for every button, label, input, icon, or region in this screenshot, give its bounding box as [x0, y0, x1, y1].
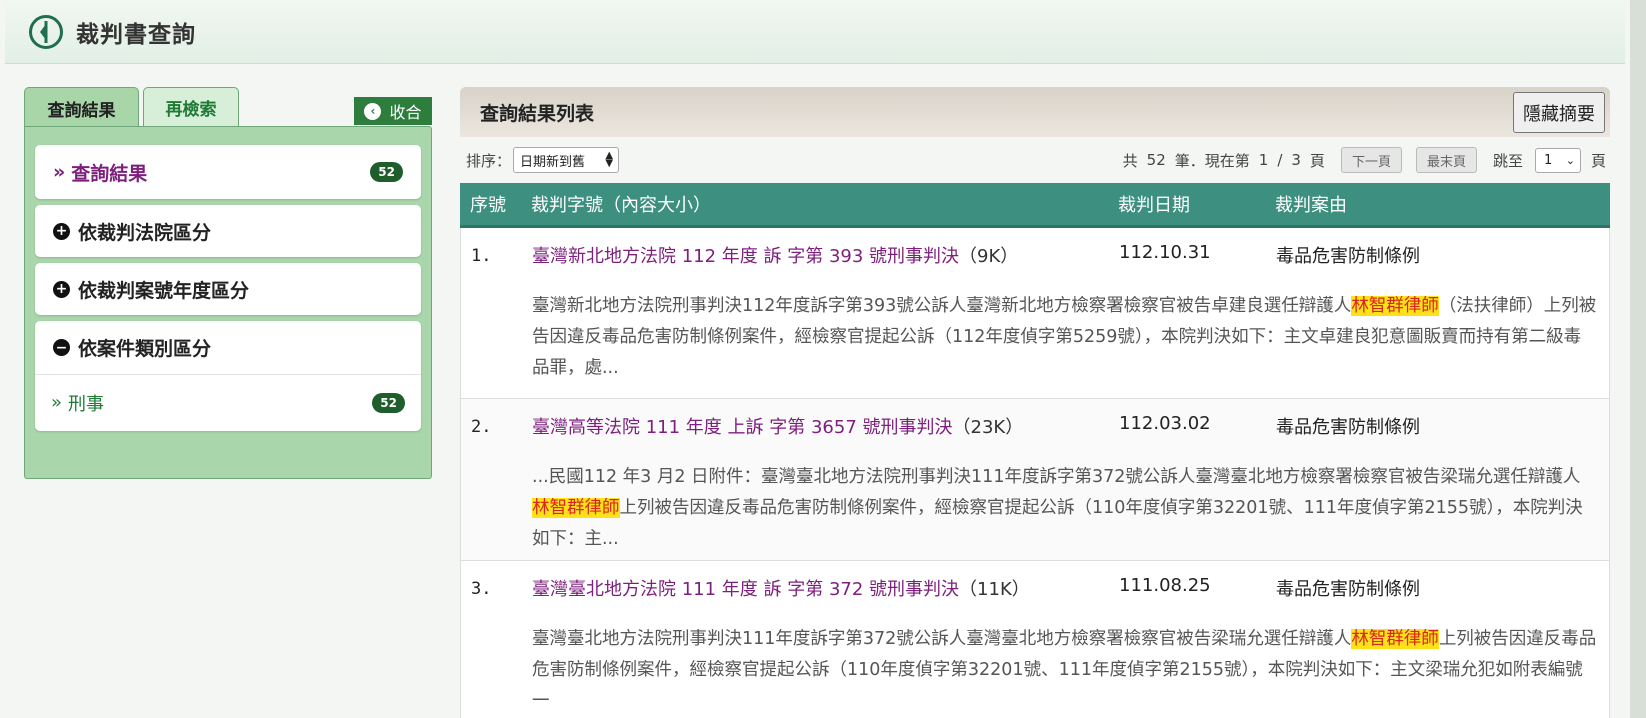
filter-panel: 查詢結果 再檢索 ‹ 收合 » 查詢結果 52 + 依裁判法院區分 + 依裁判案…: [24, 87, 432, 479]
row-number: 2.: [471, 417, 492, 437]
plus-circle-icon: +: [53, 222, 70, 240]
group-case-type: − 依案件類別區分 » 刑事 52: [35, 321, 421, 431]
results-card[interactable]: » 查詢結果 52: [35, 145, 421, 199]
group-case-type-label: 依案件類別區分: [78, 338, 212, 360]
summary-highlight: 林智群律師: [1351, 629, 1439, 649]
judgment-link[interactable]: 臺灣臺北地方法院 111 年度 訴 字第 372 號刑事判決（11K）: [532, 575, 1030, 601]
column-header-id: 裁判字號（內容大小）: [531, 195, 711, 216]
collapse-label: 收合: [389, 103, 422, 122]
judgment-summary: ...民國112 年3 月2 日附件：臺灣臺北地方法院刑事判決111年度訴字第3…: [532, 462, 1597, 555]
judgment-link[interactable]: 臺灣新北地方法院 112 年度 訴 字第 393 號刑事判決（9K）: [532, 242, 1018, 268]
minus-circle-icon: −: [53, 339, 70, 356]
pager: 共 52 筆．現在第 1 / 3 頁 下一頁 最末頁 跳至 1 ⌄ 頁: [1123, 147, 1610, 173]
judgment-size: （11K）: [959, 579, 1030, 600]
total-prefix: 共: [1122, 151, 1138, 170]
judgment-title[interactable]: 臺灣新北地方法院 112 年度 訴 字第 393 號刑事判決: [532, 246, 959, 267]
jump-label: 跳至: [1492, 151, 1523, 170]
total-count: 52: [1146, 151, 1166, 169]
tab-results[interactable]: 查詢結果: [24, 87, 139, 128]
sort-value: 日期新到舊: [520, 154, 586, 170]
results-toolbar: 排序： 日期新到舊 ▲ ▼ 共 52 筆．現在第 1 / 3 頁 下一頁 最末頁 …: [460, 145, 1610, 175]
column-header-reason: 裁判案由: [1275, 195, 1347, 216]
summary-text-before: 臺灣臺北地方法院刑事判決111年度訴字第372號公訴人臺灣臺北地方檢察署檢察官被…: [532, 629, 1352, 649]
collapse-button[interactable]: ‹ 收合: [354, 97, 432, 125]
jump-page-select[interactable]: 1 ⌄: [1534, 147, 1581, 173]
jump-suffix: 頁: [1590, 151, 1606, 170]
row-number: 1.: [471, 246, 492, 266]
judgment-reason: 毒品危害防制條例: [1276, 417, 1420, 438]
judgment-date: 112.03.02: [1119, 413, 1211, 434]
total-suffix: 筆．現在第: [1174, 151, 1250, 170]
judgment-date: 111.08.25: [1119, 575, 1211, 596]
summary-text-before: ...民國112 年3 月2 日附件：臺灣臺北地方法院刑事判決111年度訴字第3…: [532, 467, 1581, 487]
plus-circle-icon: +: [53, 280, 70, 298]
judicial-logo-icon: [29, 14, 63, 49]
judgment-size: （23K）: [952, 417, 1024, 438]
judgment-title[interactable]: 臺灣臺北地方法院 111 年度 訴 字第 372 號刑事判決: [532, 579, 959, 600]
table-row: 3. 臺灣臺北地方法院 111 年度 訴 字第 372 號刑事判決（11K） 1…: [460, 561, 1610, 718]
column-header-no: 序號: [470, 195, 506, 216]
results-table-body: 1. 臺灣新北地方法院 112 年度 訴 字第 393 號刑事判決（9K） 11…: [460, 228, 1610, 718]
results-table-header: 序號 裁判字號（內容大小） 裁判日期 裁判案由: [460, 183, 1610, 228]
results-count-badge: 52: [370, 162, 403, 182]
chevron-down-icon: ⌄: [1565, 153, 1575, 167]
group-case-year[interactable]: + 依裁判案號年度區分: [35, 263, 421, 315]
judgment-summary: 臺灣新北地方法院刑事判決112年度訴字第393號公訴人臺灣新北地方檢察署檢察官被…: [532, 291, 1597, 384]
page-count: 3: [1291, 151, 1301, 169]
results-title: 查詢結果列表: [480, 102, 595, 125]
page-suffix: 頁: [1309, 151, 1325, 170]
hide-summary-button[interactable]: 隱藏摘要: [1513, 92, 1605, 133]
results-header: 查詢結果列表 隱藏摘要: [460, 87, 1610, 137]
sort-select[interactable]: 日期新到舊 ▲ ▼: [513, 147, 620, 173]
last-page-button[interactable]: 最末頁: [1415, 147, 1477, 173]
page: 裁判書查詢 查詢結果 再檢索 ‹ 收合 » 查詢結果 52 + 依裁判法院區分: [0, 0, 1630, 718]
judgment-reason: 毒品危害防制條例: [1276, 246, 1420, 267]
sort-label: 排序：: [466, 151, 512, 170]
category-item-criminal[interactable]: » 刑事 52: [35, 374, 421, 430]
judgment-link[interactable]: 臺灣高等法院 111 年度 上訴 字第 3657 號刑事判決（23K）: [532, 413, 1023, 439]
filter-panel-body: » 查詢結果 52 + 依裁判法院區分 + 依裁判案號年度區分 − 依案件類別區…: [24, 126, 432, 479]
judgment-title[interactable]: 臺灣高等法院 111 年度 上訴 字第 3657 號刑事判決: [532, 417, 953, 438]
page-header: 裁判書查詢: [5, 0, 1625, 64]
group-case-year-label: 依裁判案號年度區分: [78, 279, 250, 302]
group-court-label: 依裁判法院區分: [78, 221, 212, 244]
judgment-date: 112.10.31: [1119, 242, 1211, 263]
group-court[interactable]: + 依裁判法院區分: [35, 205, 421, 257]
table-row: 2. 臺灣高等法院 111 年度 上訴 字第 3657 號刑事判決（23K） 1…: [460, 399, 1610, 561]
page-separator: /: [1277, 151, 1283, 169]
group-case-type-header[interactable]: − 依案件類別區分: [35, 321, 421, 374]
category-label: 刑事: [68, 393, 105, 415]
tab-refine-search[interactable]: 再檢索: [143, 87, 239, 127]
page-title: 裁判書查詢: [76, 21, 196, 48]
summary-text-before: 臺灣新北地方法院刑事判決112年度訴字第393號公訴人臺灣新北地方檢察署檢察官被…: [532, 296, 1352, 316]
column-header-date: 裁判日期: [1118, 195, 1190, 216]
jump-value: 1: [1543, 152, 1553, 168]
next-page-button[interactable]: 下一頁: [1340, 147, 1402, 173]
current-page: 1: [1258, 151, 1269, 169]
judgment-reason: 毒品危害防制條例: [1276, 579, 1420, 600]
sort-arrows-icon: ▲ ▼: [605, 150, 614, 169]
table-row: 1. 臺灣新北地方法院 112 年度 訴 字第 393 號刑事判決（9K） 11…: [460, 228, 1610, 399]
judgment-summary: 臺灣臺北地方法院刑事判決111年度訴字第372號公訴人臺灣臺北地方檢察署檢察官被…: [532, 624, 1597, 717]
results-panel: 查詢結果列表 隱藏摘要 排序： 日期新到舊 ▲ ▼ 共 52 筆．現在第 1 / …: [460, 87, 1610, 718]
double-chevron-icon: »: [51, 392, 63, 413]
judgment-size: （9K）: [959, 246, 1019, 267]
summary-text-after: 上列被告因違反毒品危害防制條例案件，經檢察官提起公訴（110年度偵字第32201…: [532, 498, 1583, 549]
summary-highlight: 林智群律師: [1351, 296, 1439, 316]
page-scrollbar[interactable]: [1630, 0, 1646, 718]
summary-highlight: 林智群律師: [532, 498, 620, 518]
double-chevron-icon: »: [53, 161, 66, 183]
chevron-left-icon: ‹: [364, 102, 382, 120]
category-count-badge: 52: [372, 392, 405, 413]
results-label: 查詢結果: [71, 162, 148, 185]
row-number: 3.: [471, 579, 492, 599]
